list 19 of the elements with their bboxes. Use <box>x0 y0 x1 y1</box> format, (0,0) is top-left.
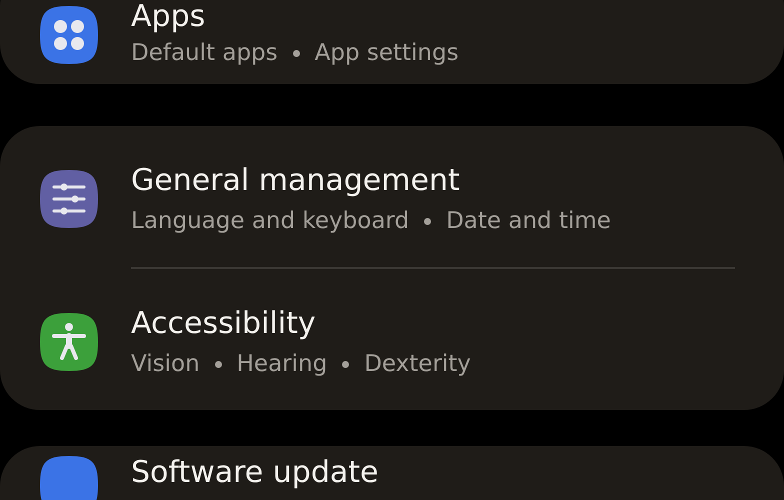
setting-title[interactable]: Apps <box>131 1 459 33</box>
setting-title[interactable]: Software update <box>131 456 378 490</box>
setting-title[interactable]: General management <box>131 161 611 201</box>
apps-icon <box>40 6 98 64</box>
bullet-icon <box>424 218 432 224</box>
setting-subtitle: App settings <box>314 39 459 68</box>
bullet-icon <box>214 360 222 368</box>
setting-subtitle: Date and time <box>446 207 611 236</box>
setting-subtitle: Hearing <box>236 350 328 379</box>
bullet-icon <box>292 50 300 56</box>
app-icon <box>40 456 98 500</box>
setting-title[interactable]: Accessibility <box>131 304 471 344</box>
setting-subtitle: Default apps <box>131 39 278 68</box>
accessibility-icon <box>40 313 98 371</box>
setting-subtitle: Dexterity <box>364 350 471 379</box>
setting-subtitle: Vision <box>131 350 200 379</box>
sliders-icon <box>40 170 98 228</box>
bullet-icon <box>342 360 350 368</box>
setting-subtitle: Language and keyboard <box>131 207 410 236</box>
